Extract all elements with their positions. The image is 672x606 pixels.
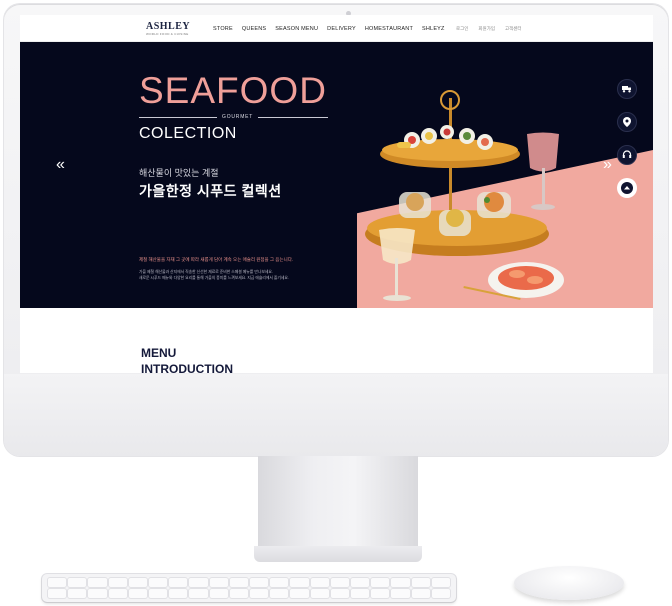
keyboard-key bbox=[290, 578, 309, 587]
section-title: MENU INTRODUCTION bbox=[141, 346, 233, 373]
keyboard-key bbox=[310, 589, 329, 598]
keyboard-key bbox=[270, 589, 289, 598]
keyboard-key bbox=[88, 578, 107, 587]
keyboard-key bbox=[391, 578, 410, 587]
keyboard-key bbox=[229, 589, 248, 598]
keyboard-key bbox=[270, 578, 289, 587]
nav-item-delivery[interactable]: DELIVERY bbox=[327, 26, 356, 32]
keyboard-key bbox=[411, 589, 430, 598]
keyboard-key bbox=[431, 578, 450, 587]
mouse bbox=[514, 566, 624, 600]
signup-link[interactable]: 회원가입 bbox=[478, 26, 495, 32]
hero-collection: COLECTION bbox=[139, 125, 237, 142]
keyboard-key bbox=[330, 578, 349, 587]
keyboard-key bbox=[169, 578, 188, 587]
keyboard-key bbox=[48, 578, 67, 587]
hero-note-line-1: 가을 제철 해산물과 산지에서 직송한 신선한 재료로 준비한 스페셜 메뉴를 … bbox=[139, 270, 273, 274]
seafood-tower-photo bbox=[365, 90, 564, 301]
keyboard-key bbox=[351, 589, 370, 598]
prev-slide-arrow[interactable]: « bbox=[56, 156, 65, 174]
logo[interactable]: ASHLEY bbox=[146, 21, 190, 32]
keyboard-key bbox=[128, 589, 147, 598]
keyboard-key bbox=[290, 589, 309, 598]
utility-links: 로그인 회원가입 고객센터 bbox=[456, 26, 522, 32]
next-slide-arrow[interactable]: » bbox=[603, 156, 612, 174]
screen: ASHLEY WORLD FOOD & CUISINE STORE QUEENS… bbox=[20, 15, 653, 373]
section-title-line-1: MENU bbox=[141, 346, 177, 360]
hero-note-line-2: 새로운 시푸드 메뉴와 다양한 요리를 통해 가을의 풍미를 느껴보세요. 지금… bbox=[139, 276, 289, 280]
scroll-top-button[interactable] bbox=[617, 178, 637, 198]
hero-subtitle-ko: 해산물이 맛있는 계절 bbox=[139, 168, 219, 178]
keyboard-key bbox=[189, 578, 208, 587]
nav-item-queens[interactable]: QUEENS bbox=[242, 26, 266, 32]
logo-subtitle: WORLD FOOD & CUISINE bbox=[146, 32, 189, 36]
customer-center-link[interactable]: 고객센터 bbox=[505, 26, 522, 32]
section-title-line-2: INTRODUCTION bbox=[141, 361, 233, 373]
keyboard-key bbox=[330, 589, 349, 598]
scroll-top-icon bbox=[621, 182, 633, 194]
location-pin-icon bbox=[623, 117, 631, 127]
login-link[interactable]: 로그인 bbox=[456, 26, 468, 32]
keyboard-key bbox=[169, 589, 188, 598]
keyboard-key bbox=[391, 589, 410, 598]
keyboard-key bbox=[88, 589, 107, 598]
quick-store-location-button[interactable] bbox=[617, 112, 637, 132]
quick-customer-service-button[interactable] bbox=[617, 145, 637, 165]
keyboard-key bbox=[68, 578, 87, 587]
delivery-truck-icon bbox=[622, 86, 631, 93]
keyboard-key bbox=[351, 578, 370, 587]
keyboard-key bbox=[250, 589, 269, 598]
keyboard-key bbox=[371, 578, 390, 587]
keyboard-key bbox=[128, 578, 147, 587]
keyboard-key bbox=[411, 578, 430, 587]
monitor-stand bbox=[258, 456, 418, 548]
quick-delivery-button[interactable] bbox=[617, 79, 637, 99]
keyboard-key bbox=[209, 589, 228, 598]
nav-item-homestaurant[interactable]: HOMESTAURANT bbox=[365, 26, 413, 32]
nav-item-season-menu[interactable]: SEASON MENU bbox=[275, 26, 318, 32]
headset-icon bbox=[622, 150, 632, 158]
keyboard-key bbox=[310, 578, 329, 587]
site-header: ASHLEY WORLD FOOD & CUISINE STORE QUEENS… bbox=[20, 15, 653, 42]
keyboard-key bbox=[149, 578, 168, 587]
monitor-chin bbox=[4, 374, 668, 456]
hero-line-left bbox=[139, 117, 217, 118]
nav-item-store[interactable]: STORE bbox=[213, 26, 233, 32]
main-nav: STORE QUEENS SEASON MENU DELIVERY HOMEST… bbox=[213, 26, 445, 32]
keyboard-key bbox=[68, 589, 87, 598]
keyboard-key bbox=[149, 589, 168, 598]
hero-title: SEAFOOD bbox=[139, 70, 327, 111]
hero-gourmet-label: GOURMET bbox=[222, 114, 254, 120]
hero-note-highlight: 제철 해산물을 자재 그 곳에 따라 새롭게 담아 계속 오는 애슐리 원점을 … bbox=[139, 257, 294, 262]
keyboard-key bbox=[48, 589, 67, 598]
keyboard-key bbox=[371, 589, 390, 598]
hero-headline-ko: 가을한정 시푸드 컬렉션 bbox=[139, 183, 282, 199]
keyboard-key bbox=[431, 589, 450, 598]
keyboard-key bbox=[108, 589, 127, 598]
keyboard-key bbox=[250, 578, 269, 587]
hero-banner: SEAFOOD GOURMET COLECTION 해산물이 맛있는 계절 가을… bbox=[20, 42, 653, 308]
hero-line-right bbox=[258, 117, 328, 118]
keyboard-key bbox=[209, 578, 228, 587]
nav-item-shleyz[interactable]: SHLEYZ bbox=[422, 26, 445, 32]
keyboard bbox=[42, 574, 456, 602]
keyboard-key bbox=[229, 578, 248, 587]
keyboard-key bbox=[189, 589, 208, 598]
keyboard-key bbox=[108, 578, 127, 587]
monitor-stand-foot bbox=[254, 546, 422, 562]
